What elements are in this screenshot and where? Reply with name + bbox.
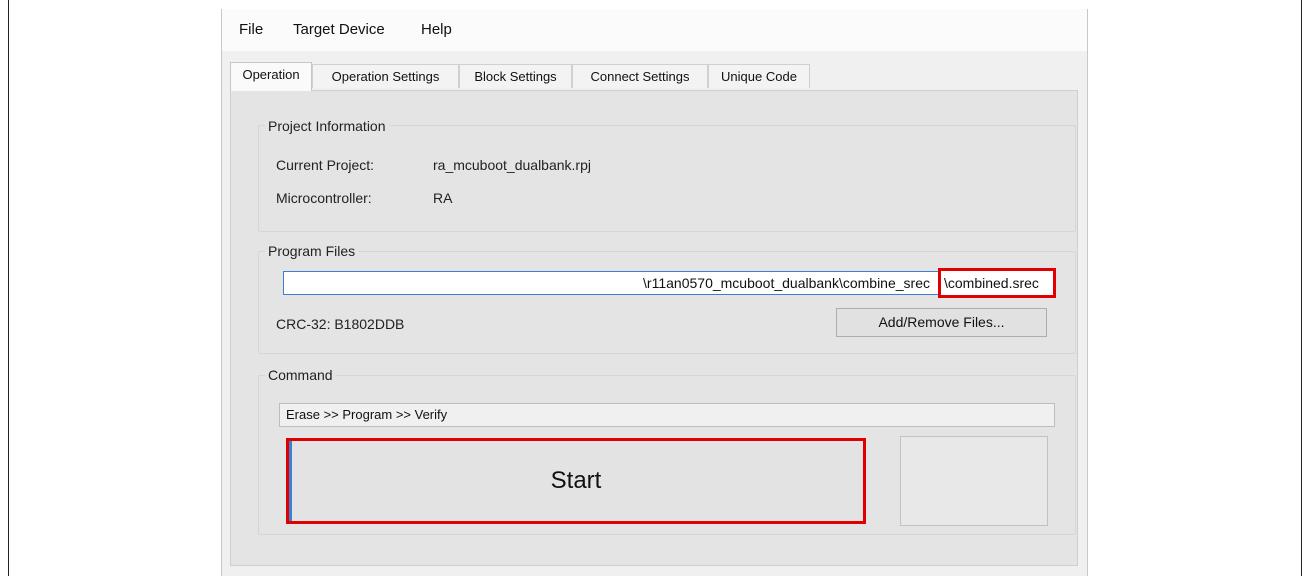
project-information-title: Project Information bbox=[265, 118, 389, 134]
tab-unique-code[interactable]: Unique Code bbox=[708, 64, 810, 88]
program-files-group bbox=[258, 251, 1076, 354]
microcontroller-value: RA bbox=[433, 190, 453, 206]
start-button[interactable]: Start bbox=[286, 438, 866, 524]
command-sequence-field: Erase >> Program >> Verify bbox=[279, 403, 1055, 427]
result-status-box bbox=[900, 436, 1048, 526]
tab-block-settings[interactable]: Block Settings bbox=[459, 64, 572, 88]
current-project-label: Current Project: bbox=[276, 157, 375, 173]
tab-connect-settings[interactable]: Connect Settings bbox=[572, 64, 708, 88]
command-title: Command bbox=[265, 367, 336, 383]
program-files-title: Program Files bbox=[265, 243, 359, 259]
crc-value: CRC-32: B1802DDB bbox=[276, 316, 405, 332]
current-project-value: ra_mcuboot_dualbank.rpj bbox=[433, 157, 591, 173]
program-file-path-text: \r11an0570_mcuboot_dualbank\combine_srec bbox=[643, 275, 930, 291]
operation-panel: Project Information Current Project: ra_… bbox=[230, 90, 1078, 566]
project-information-group bbox=[258, 125, 1076, 232]
menu-bar: File Target Device Help bbox=[222, 9, 1087, 51]
microcontroller-label: Microcontroller: bbox=[276, 190, 372, 206]
tab-operation-settings[interactable]: Operation Settings bbox=[312, 64, 459, 88]
combined-srec-highlight: \combined.srec bbox=[938, 268, 1056, 298]
add-remove-files-button[interactable]: Add/Remove Files... bbox=[836, 308, 1047, 337]
menu-file[interactable]: File bbox=[239, 21, 263, 38]
menu-target-device[interactable]: Target Device bbox=[293, 21, 385, 38]
tab-operation[interactable]: Operation bbox=[230, 62, 312, 91]
menu-help[interactable]: Help bbox=[421, 21, 452, 38]
flash-programmer-window: File Target Device Help Operation Operat… bbox=[221, 9, 1088, 576]
